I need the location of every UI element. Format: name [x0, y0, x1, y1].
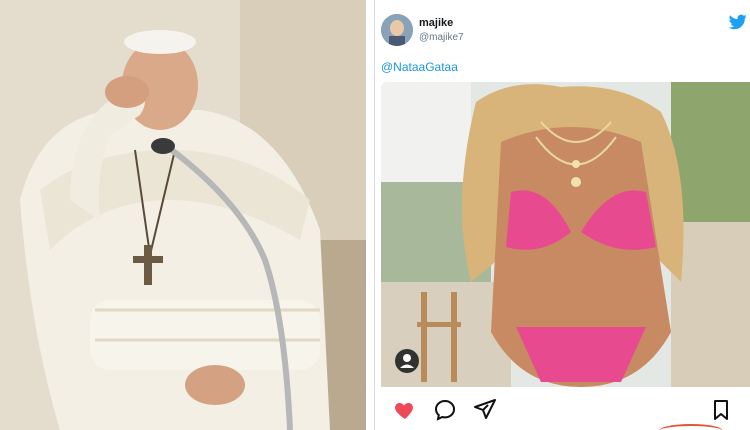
tweet-media[interactable] — [381, 82, 750, 387]
partial-red-circle — [659, 424, 723, 430]
bookmark-icon[interactable] — [709, 398, 733, 422]
action-bar — [375, 392, 750, 430]
user-tag-icon[interactable] — [395, 349, 419, 373]
tweet-header: majike @majike7 — [375, 0, 750, 52]
mention-link[interactable]: @NataaGataa — [381, 60, 458, 74]
left-photo — [0, 0, 366, 430]
twitter-bird-icon[interactable] — [729, 14, 747, 30]
comment-icon[interactable] — [433, 398, 457, 422]
avatar-image — [381, 14, 413, 46]
heart-icon[interactable] — [393, 398, 417, 422]
user-tag-glyph — [400, 354, 414, 368]
tweet-card: majike @majike7 @NataaGataa — [374, 0, 750, 430]
pope-photo-illustration — [0, 0, 366, 430]
panel-divider — [366, 0, 374, 430]
tweet-display-name[interactable]: majike — [419, 17, 453, 29]
avatar[interactable] — [381, 14, 413, 46]
tweet-handle[interactable]: @majike7 — [419, 32, 464, 43]
media-illustration — [381, 82, 750, 387]
send-icon[interactable] — [473, 398, 497, 422]
